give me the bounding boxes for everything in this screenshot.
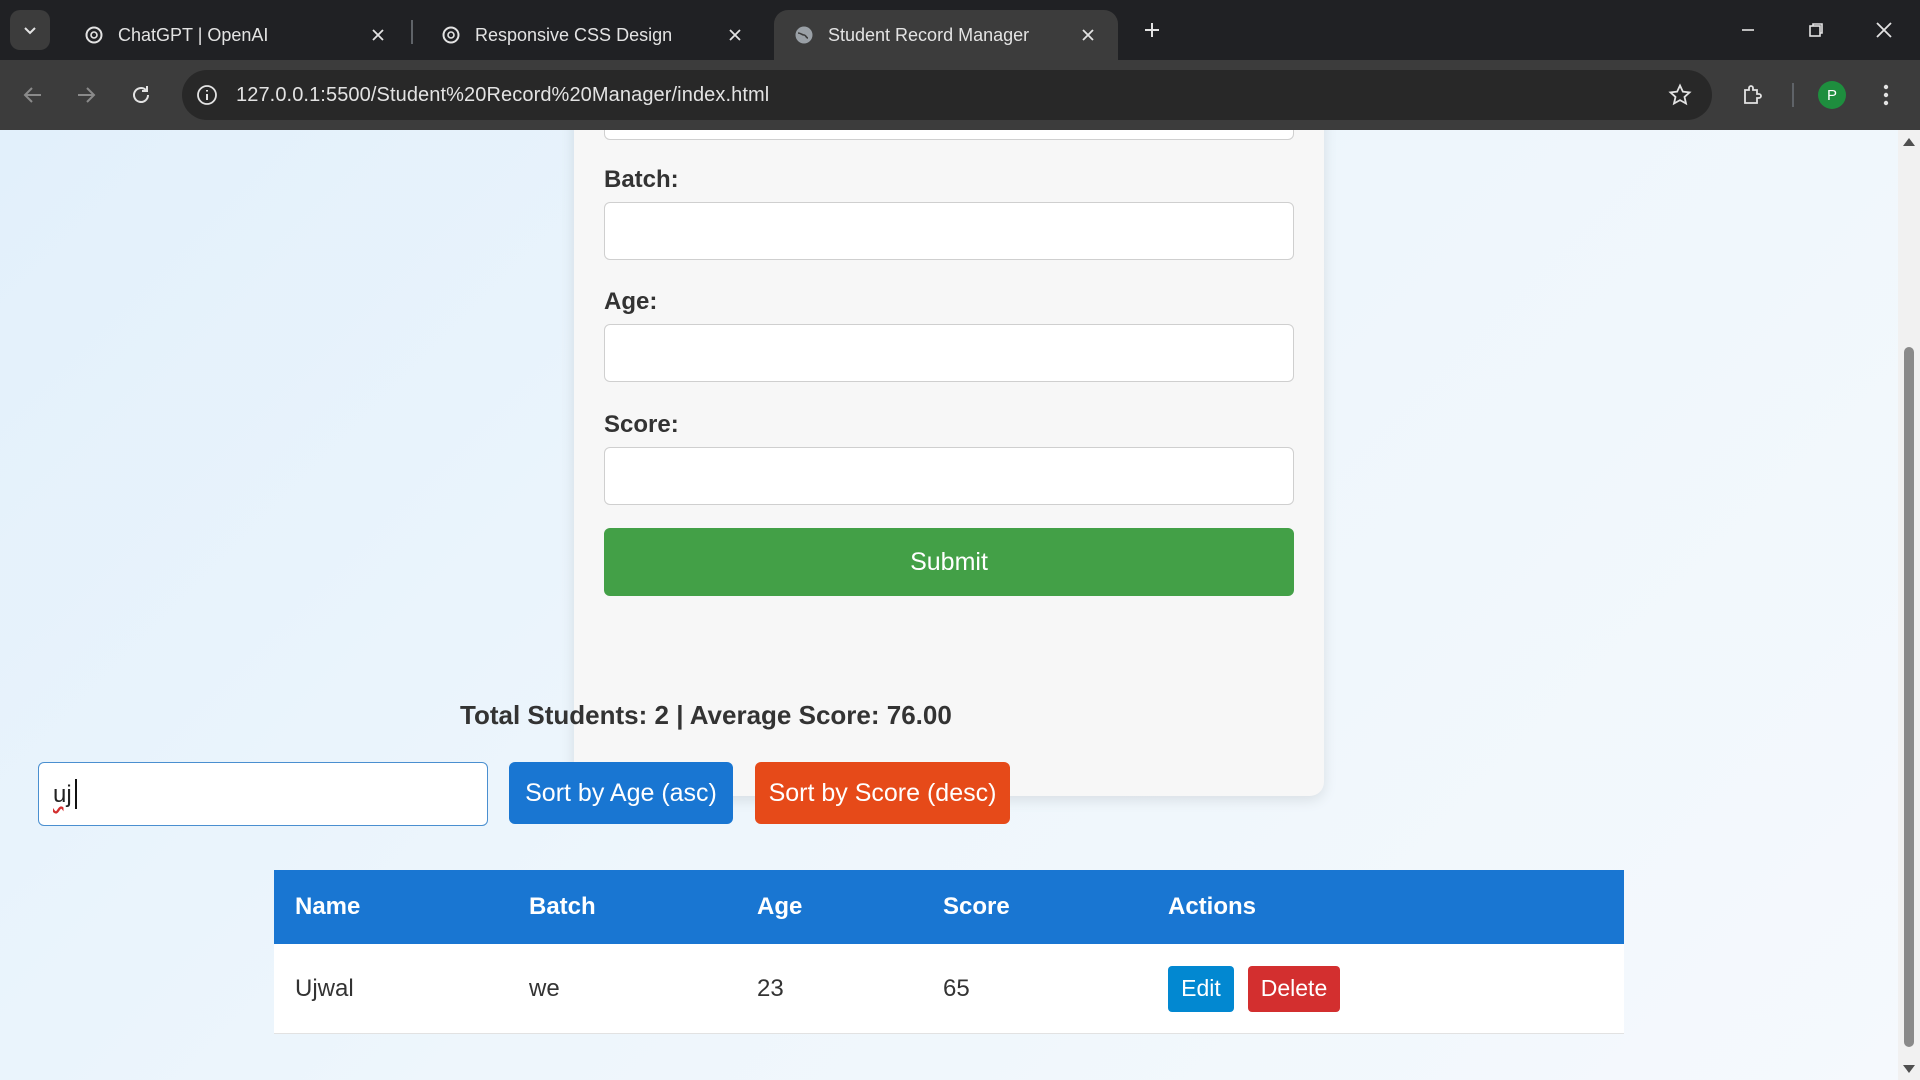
student-name-field[interactable] <box>604 130 1294 140</box>
tab-separator <box>411 20 413 44</box>
scroll-down-arrow-icon[interactable] <box>1903 1065 1915 1073</box>
column-header-age: Age <box>757 893 803 920</box>
scroll-up-arrow-icon[interactable] <box>1903 138 1915 146</box>
close-icon[interactable] <box>366 23 390 47</box>
reload-icon <box>133 86 149 103</box>
search-value: uj <box>53 781 72 808</box>
page-viewport: Batch: Age: Score: Submit Total Students… <box>0 130 1898 1080</box>
tab-search-button[interactable] <box>10 10 50 50</box>
table-row: Ujwal we 23 65 Edit Delete <box>274 944 1624 1034</box>
search-input[interactable]: uj <box>38 762 488 826</box>
sort-by-age-button[interactable]: Sort by Age (asc) <box>509 762 733 824</box>
new-tab-button[interactable] <box>1136 14 1168 46</box>
restore-button[interactable] <box>1794 10 1838 50</box>
tab-title: ChatGPT | OpenAI <box>118 24 269 45</box>
puzzle-icon <box>1744 85 1762 104</box>
students-table: Name Batch Age Score Actions Ujwal we 23… <box>274 870 1624 1034</box>
browser-tab-bar: ChatGPT | OpenAI Responsive CSS Design S… <box>0 0 1920 60</box>
cell-score: 65 <box>943 974 970 1002</box>
age-label: Age: <box>604 288 658 315</box>
back-arrow-icon <box>23 87 41 103</box>
table-header: Name Batch Age Score Actions <box>274 870 1624 944</box>
url-text: 127.0.0.1:5500/Student%20Record%20Manage… <box>236 83 770 106</box>
profile-avatar[interactable]: P <box>1818 81 1846 109</box>
close-icon <box>1876 22 1892 38</box>
score-field[interactable] <box>604 447 1294 505</box>
close-icon[interactable] <box>1076 23 1100 47</box>
openai-icon <box>84 25 104 45</box>
cell-age: 23 <box>757 974 784 1002</box>
column-header-actions: Actions <box>1168 893 1257 920</box>
scrollbar-thumb[interactable] <box>1904 347 1914 1047</box>
tab-title: Student Record Manager <box>828 24 1030 45</box>
toolbar-divider <box>1792 83 1794 107</box>
page-scrollbar[interactable] <box>1898 130 1920 1080</box>
batch-field[interactable] <box>604 202 1294 260</box>
back-button[interactable] <box>15 77 51 113</box>
browser-menu-button[interactable] <box>1868 77 1904 113</box>
age-field[interactable] <box>604 324 1294 382</box>
close-window-button[interactable] <box>1862 10 1906 50</box>
plus-icon <box>1145 23 1159 37</box>
minimize-icon <box>1742 29 1754 31</box>
column-header-score: Score <box>943 893 1010 920</box>
close-icon[interactable] <box>723 23 747 47</box>
site-info-icon[interactable] <box>192 80 222 110</box>
openai-icon <box>441 25 461 45</box>
students-summary: Total Students: 2 | Average Score: 76.00 <box>460 700 952 730</box>
delete-button[interactable]: Delete <box>1248 965 1340 1012</box>
column-header-name: Name <box>295 893 361 920</box>
address-bar[interactable]: 127.0.0.1:5500/Student%20Record%20Manage… <box>182 70 1712 120</box>
chevron-down-icon <box>24 27 36 35</box>
sort-by-score-button[interactable]: Sort by Score (desc) <box>755 762 1010 824</box>
submit-button[interactable]: Submit <box>604 528 1294 596</box>
kebab-menu-icon <box>1883 84 1889 106</box>
tab-responsive-css[interactable]: Responsive CSS Design <box>421 10 765 60</box>
restore-icon <box>1809 23 1823 37</box>
cell-batch: we <box>529 974 560 1002</box>
forward-arrow-icon <box>78 87 96 103</box>
student-form-card: Batch: Age: Score: Submit <box>574 130 1324 796</box>
tab-title: Responsive CSS Design <box>475 24 673 45</box>
column-header-batch: Batch <box>529 893 596 920</box>
bookmark-star-icon[interactable] <box>1666 81 1694 109</box>
edit-button[interactable]: Edit <box>1168 965 1234 1012</box>
tab-student-record-manager[interactable]: Student Record Manager <box>774 10 1118 60</box>
score-label: Score: <box>604 411 679 438</box>
forward-button[interactable] <box>68 77 104 113</box>
cell-name: Ujwal <box>295 974 354 1002</box>
batch-label: Batch: <box>604 166 679 193</box>
extensions-button[interactable] <box>1735 77 1771 113</box>
reload-button[interactable] <box>123 77 159 113</box>
minimize-button[interactable] <box>1726 10 1770 50</box>
globe-icon <box>794 25 814 45</box>
browser-toolbar: 127.0.0.1:5500/Student%20Record%20Manage… <box>0 60 1920 130</box>
text-caret <box>75 779 77 809</box>
tab-chatgpt[interactable]: ChatGPT | OpenAI <box>64 10 408 60</box>
